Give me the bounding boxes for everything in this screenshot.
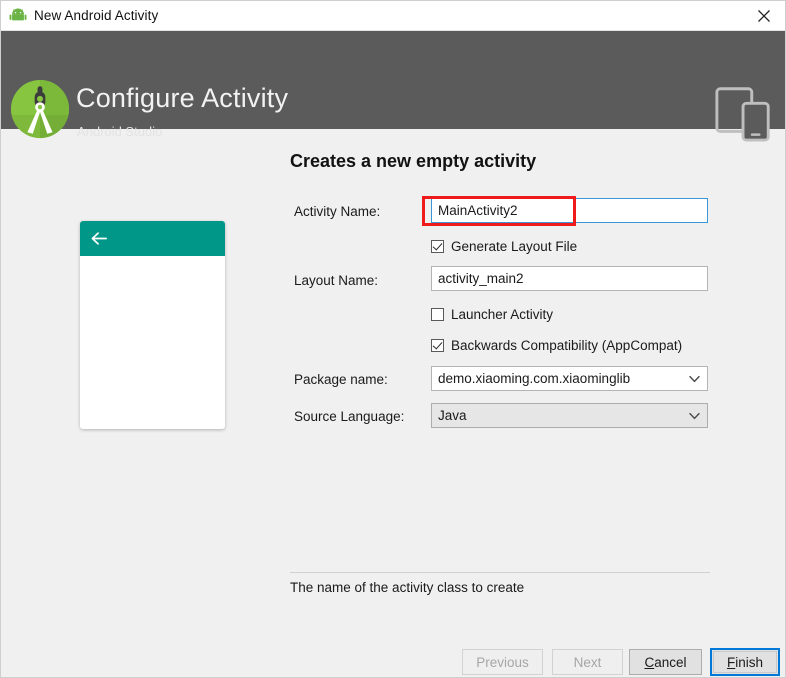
- android-studio-logo-icon: [10, 79, 70, 139]
- android-robot-icon: [9, 7, 27, 20]
- layout-name-label: Layout Name:: [294, 273, 379, 288]
- activity-name-label: Activity Name:: [294, 204, 381, 219]
- cancel-button-label: Cancel: [644, 655, 686, 670]
- cancel-button[interactable]: Cancel: [629, 649, 702, 675]
- footer-divider: [290, 572, 710, 573]
- preview-appbar: [80, 221, 225, 256]
- package-name-value: demo.xiaoming.com.xiaominglib: [438, 371, 631, 386]
- checkbox-box: [431, 240, 444, 253]
- finish-button-label: Finish: [727, 655, 763, 670]
- finish-button-inner: Finish: [713, 651, 777, 673]
- close-button[interactable]: [741, 1, 785, 30]
- launcher-activity-checkbox[interactable]: Launcher Activity: [431, 307, 553, 322]
- arrow-back-icon: [91, 232, 107, 245]
- chevron-down-icon: [689, 412, 700, 419]
- finish-button[interactable]: Finish: [710, 648, 780, 676]
- next-button-label: Next: [573, 654, 602, 670]
- backwards-compatibility-label: Backwards Compatibility (AppCompat): [451, 338, 683, 353]
- package-name-label: Package name:: [294, 372, 388, 387]
- next-button[interactable]: Next: [552, 649, 623, 675]
- window-title: New Android Activity: [34, 8, 159, 23]
- finish-mnemonic: F: [726, 654, 736, 670]
- dialog-header: Configure Activity Android Studio: [1, 31, 785, 142]
- source-language-label: Source Language:: [294, 409, 405, 424]
- generate-layout-file-checkbox[interactable]: Generate Layout File: [431, 239, 577, 254]
- activity-name-input[interactable]: [431, 198, 708, 223]
- previous-button[interactable]: Previous: [462, 649, 543, 675]
- field-hint-text: The name of the activity class to create: [290, 580, 525, 595]
- chevron-down-icon: [689, 375, 700, 382]
- tablet-and-phone-icon: [715, 87, 770, 142]
- cancel-mnemonic: C: [644, 654, 655, 670]
- window-titlebar: New Android Activity: [1, 1, 785, 31]
- header-title: Configure Activity: [76, 83, 289, 113]
- checkbox-box: [431, 339, 444, 352]
- finish-rest: inish: [735, 654, 763, 670]
- generate-layout-file-label: Generate Layout File: [451, 239, 578, 254]
- activity-preview-card: [80, 221, 225, 429]
- launcher-activity-label: Launcher Activity: [451, 307, 554, 322]
- close-icon: [758, 9, 770, 22]
- new-android-activity-dialog: New Android Activity Configure Activity …: [0, 0, 786, 678]
- checkbox-box: [431, 308, 444, 321]
- package-name-combobox[interactable]: demo.xiaoming.com.xiaominglib: [431, 366, 708, 391]
- source-language-value: Java: [438, 408, 467, 423]
- backwards-compatibility-checkbox[interactable]: Backwards Compatibility (AppCompat): [431, 338, 682, 353]
- header-subtitle: Android Studio: [77, 124, 163, 139]
- source-language-combobox[interactable]: Java: [431, 403, 708, 428]
- layout-name-input[interactable]: [431, 266, 708, 291]
- previous-button-label: Previous: [476, 654, 529, 670]
- page-title: Creates a new empty activity: [290, 151, 537, 171]
- cancel-rest: ancel: [654, 654, 687, 670]
